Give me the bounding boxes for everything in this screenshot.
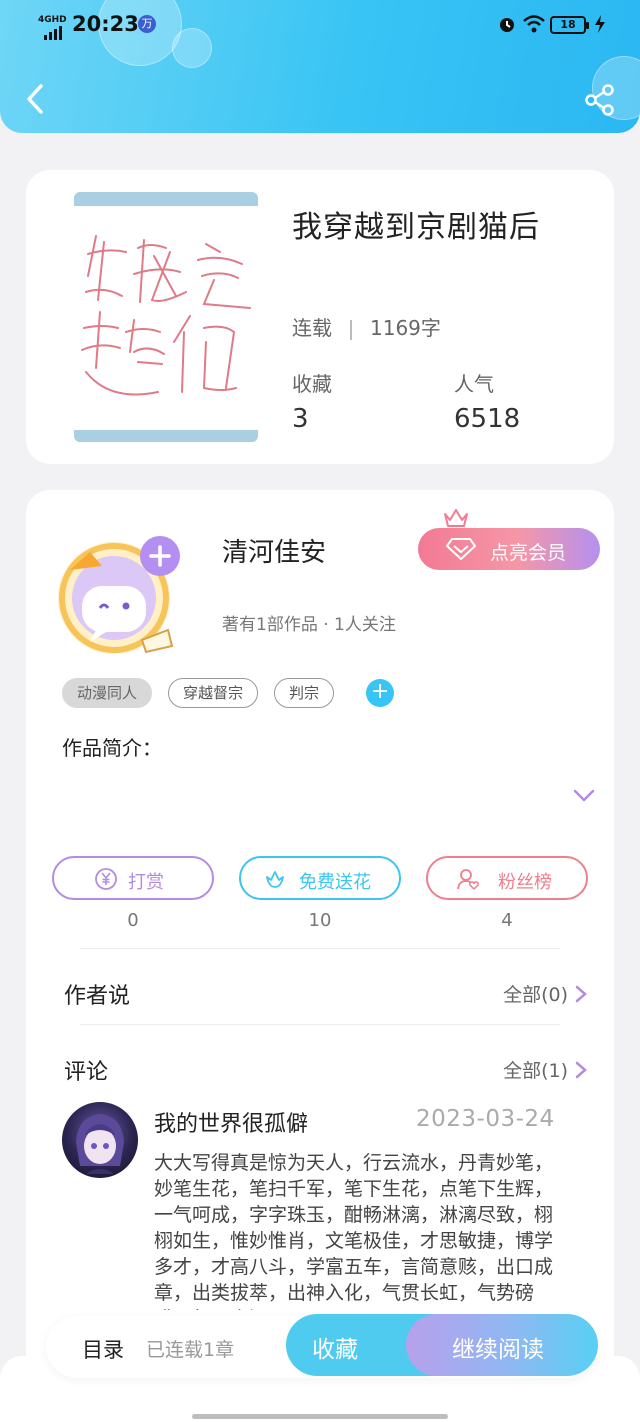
clock: 20:23 [72,12,139,36]
tag-chip[interactable]: 判宗 [274,678,335,708]
cover-handwriting [81,235,251,396]
author-avatar[interactable] [46,522,186,662]
flower-count: 10 [308,910,332,931]
wifi-icon [523,15,545,33]
continue-reading-button[interactable]: 继续阅读 [406,1314,598,1376]
author-says-more-label: 全部(0) [503,984,568,1006]
favorite-button-label: 收藏 [312,1337,358,1363]
vip-button-label: 点亮会员 [490,542,567,564]
comment-date: 2023-03-24 [416,1106,555,1132]
fan-ranking-label: 粉丝榜 [498,872,552,893]
fan-count: 4 [501,910,513,931]
send-flower-label: 免费送花 [299,872,371,893]
favorites-value: 3 [292,404,309,434]
commenter-name[interactable]: 我的世界很孤僻 [154,1106,308,1138]
author-says-title: 作者说 [64,984,131,1009]
mascot-avatar-icon [58,536,180,654]
app-notification-icon: 万 [138,15,156,33]
comments-title: 评论 [64,1060,109,1085]
signal-icon [44,26,62,40]
top-header: 4GHD 20:23 万 18 [0,0,640,133]
book-meta: 连载 1169字 [292,312,441,341]
meta-divider [350,319,352,340]
detail-card: 清河佳安 著有1部作品 · 1人关注 点亮会员 动漫同人 穿越督宗 判宗 + 作… [26,490,614,1422]
comment-text: 大大写得真是惊为天人，行云流水，丹青妙笔，妙笔生花，笔扫千军，笔下生花，点笔下生… [154,1152,554,1310]
charging-icon [595,15,605,33]
reward-count: 0 [127,910,139,931]
word-count: 1169字 [370,316,441,340]
back-button[interactable] [22,82,48,116]
diamond-icon [446,538,476,560]
reward-label: 打赏 [128,872,164,893]
fan-user-icon [457,869,479,891]
chevron-right-icon [575,985,587,1002]
book-title: 我穿越到京剧猫后 [292,210,540,245]
tag-chip[interactable]: 穿越督宗 [168,678,259,708]
favorites-label: 收藏 [292,372,332,396]
comments-more-link[interactable]: 全部(1) [503,1056,588,1083]
network-type: 4GHD [38,15,67,25]
continue-reading-label: 继续阅读 [452,1337,544,1363]
status-bar: 4GHD 20:23 万 18 [0,10,640,40]
author-meta: 著有1部作品 · 1人关注 [222,615,396,635]
cover-band [74,430,258,442]
flower-icon [266,871,284,888]
divider [80,948,560,949]
anime-avatar-icon [76,1114,124,1174]
chevron-right-icon [575,1061,587,1078]
alarm-icon [500,18,514,32]
catalog-button[interactable]: 目录 [82,1334,124,1364]
intro-label: 作品简介： [62,736,162,760]
divider [80,1024,560,1025]
tag-chip[interactable]: 动漫同人 [62,678,153,708]
commenter-avatar[interactable] [62,1102,138,1178]
battery-indicator: 18 [550,16,589,34]
book-info-card: 我穿越到京剧猫后 连载 1169字 收藏 3 人气 6518 [26,170,614,464]
tag-list: 动漫同人 穿越督宗 判宗 + [62,678,395,708]
comments-more-label: 全部(1) [503,1060,568,1082]
book-cover[interactable] [74,192,258,442]
home-indicator[interactable] [192,1414,448,1419]
add-tag-button[interactable]: + [366,679,395,707]
popularity-label: 人气 [454,372,494,396]
crown-icon [444,509,468,527]
serial-status: 连载 [292,316,332,340]
fan-ranking-button[interactable]: 粉丝榜 [426,856,588,900]
serial-progress: 已连载1章 [146,1339,235,1361]
author-name[interactable]: 清河佳安 [222,532,326,569]
share-button[interactable] [584,84,616,116]
popularity-value: 6518 [454,404,521,434]
yen-icon [95,868,117,890]
activate-vip-button[interactable]: 点亮会员 [418,528,600,570]
send-flower-button[interactable]: 免费送花 [239,856,401,900]
author-says-more-link[interactable]: 全部(0) [503,980,588,1007]
reward-button[interactable]: 打赏 [52,856,214,900]
expand-intro-button[interactable] [572,788,596,804]
